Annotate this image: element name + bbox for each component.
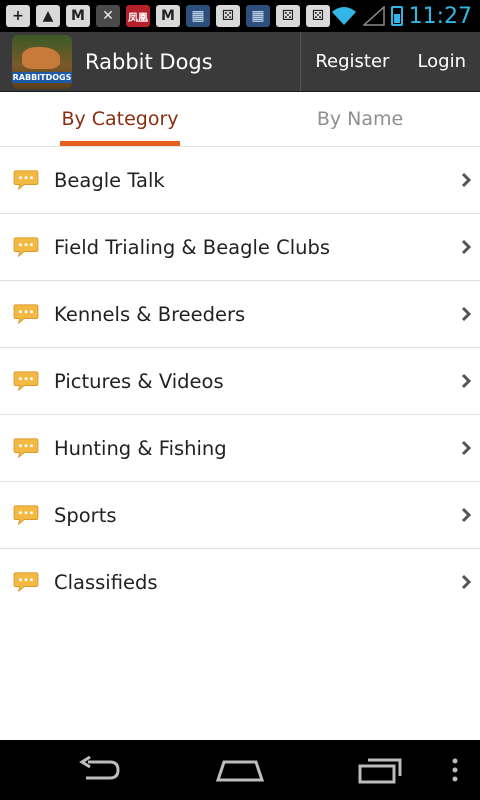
dice-icon: ⚄ [216, 5, 240, 27]
chevron-right-icon [461, 440, 472, 456]
list-item[interactable]: Pictures & Videos [0, 348, 480, 415]
notification-icons: + ▲ M ✕ 凤凰 M ▦ ⚄ ▦ ⚄ ⚄ [0, 5, 330, 27]
forum-label: Sports [54, 503, 117, 527]
forum-label: Pictures & Videos [54, 369, 224, 393]
status-bar: + ▲ M ✕ 凤凰 M ▦ ⚄ ▦ ⚄ ⚄ 11:27 [0, 0, 480, 32]
tab-bar: By Category By Name [0, 92, 480, 147]
chevron-right-icon [461, 239, 472, 255]
app-title: Rabbit Dogs [85, 49, 213, 74]
chevron-right-icon [461, 574, 472, 590]
menu-overflow-icon[interactable] [450, 756, 460, 784]
speech-bubble-icon [13, 505, 39, 526]
battery-icon [390, 6, 403, 26]
tab-by-name[interactable]: By Name [240, 92, 480, 146]
speech-bubble-icon [13, 170, 39, 191]
home-icon[interactable] [216, 756, 264, 784]
dice-icon: ⚄ [306, 5, 330, 27]
forum-label: Field Trialing & Beagle Clubs [54, 235, 331, 259]
speech-bubble-icon [13, 572, 39, 593]
list-item[interactable]: Hunting & Fishing [0, 415, 480, 482]
active-tab-indicator [60, 141, 180, 146]
speech-bubble-icon [13, 237, 39, 258]
navigation-bar [0, 740, 480, 800]
recent-apps-icon[interactable] [358, 756, 404, 784]
tab-by-category[interactable]: By Category [0, 92, 240, 146]
chevron-right-icon [461, 306, 472, 322]
register-button[interactable]: Register [301, 32, 403, 91]
logo-text: RABBITDOGS [12, 71, 72, 83]
speech-bubble-icon [13, 438, 39, 459]
wifi-icon [331, 7, 356, 25]
dog-image [22, 46, 60, 69]
film-icon: ▦ [246, 5, 270, 27]
forum-label: Hunting & Fishing [54, 436, 227, 460]
chevron-right-icon [461, 507, 472, 523]
list-item[interactable]: Field Trialing & Beagle Clubs [0, 214, 480, 281]
forum-label: Classifieds [54, 570, 158, 594]
film-icon: ▦ [186, 5, 210, 27]
speech-bubble-icon [13, 304, 39, 325]
tab-label: By Category [61, 108, 179, 130]
plus-box-icon: + [6, 5, 30, 27]
action-bar: RABBITDOGS Rabbit Dogs Register Login [0, 32, 480, 92]
speech-bubble-icon [13, 371, 39, 392]
list-item[interactable]: Sports [0, 482, 480, 549]
gmail-icon: M [66, 5, 90, 27]
news-icon: 凤凰 [126, 5, 150, 27]
forum-label: Beagle Talk [54, 168, 165, 192]
gmail-icon: M [156, 5, 180, 27]
login-button[interactable]: Login [403, 32, 480, 91]
signal-icon [362, 6, 385, 26]
tab-label: By Name [316, 108, 404, 130]
chevron-right-icon [461, 172, 472, 188]
forum-list: Beagle Talk Field Trialing & Beagle Club… [0, 147, 480, 615]
forum-label: Kennels & Breeders [54, 302, 246, 326]
tools-icon: ✕ [96, 5, 120, 27]
image-icon: ▲ [36, 5, 60, 27]
list-item[interactable]: Beagle Talk [0, 147, 480, 214]
news-icon-text: 凤凰 [128, 12, 148, 24]
chevron-right-icon [461, 373, 472, 389]
status-time: 11:27 [408, 3, 472, 29]
list-item[interactable]: Kennels & Breeders [0, 281, 480, 348]
app-logo[interactable]: RABBITDOGS [12, 34, 72, 89]
list-item[interactable]: Classifieds [0, 549, 480, 615]
back-icon[interactable] [78, 756, 122, 784]
dice-icon: ⚄ [276, 5, 300, 27]
